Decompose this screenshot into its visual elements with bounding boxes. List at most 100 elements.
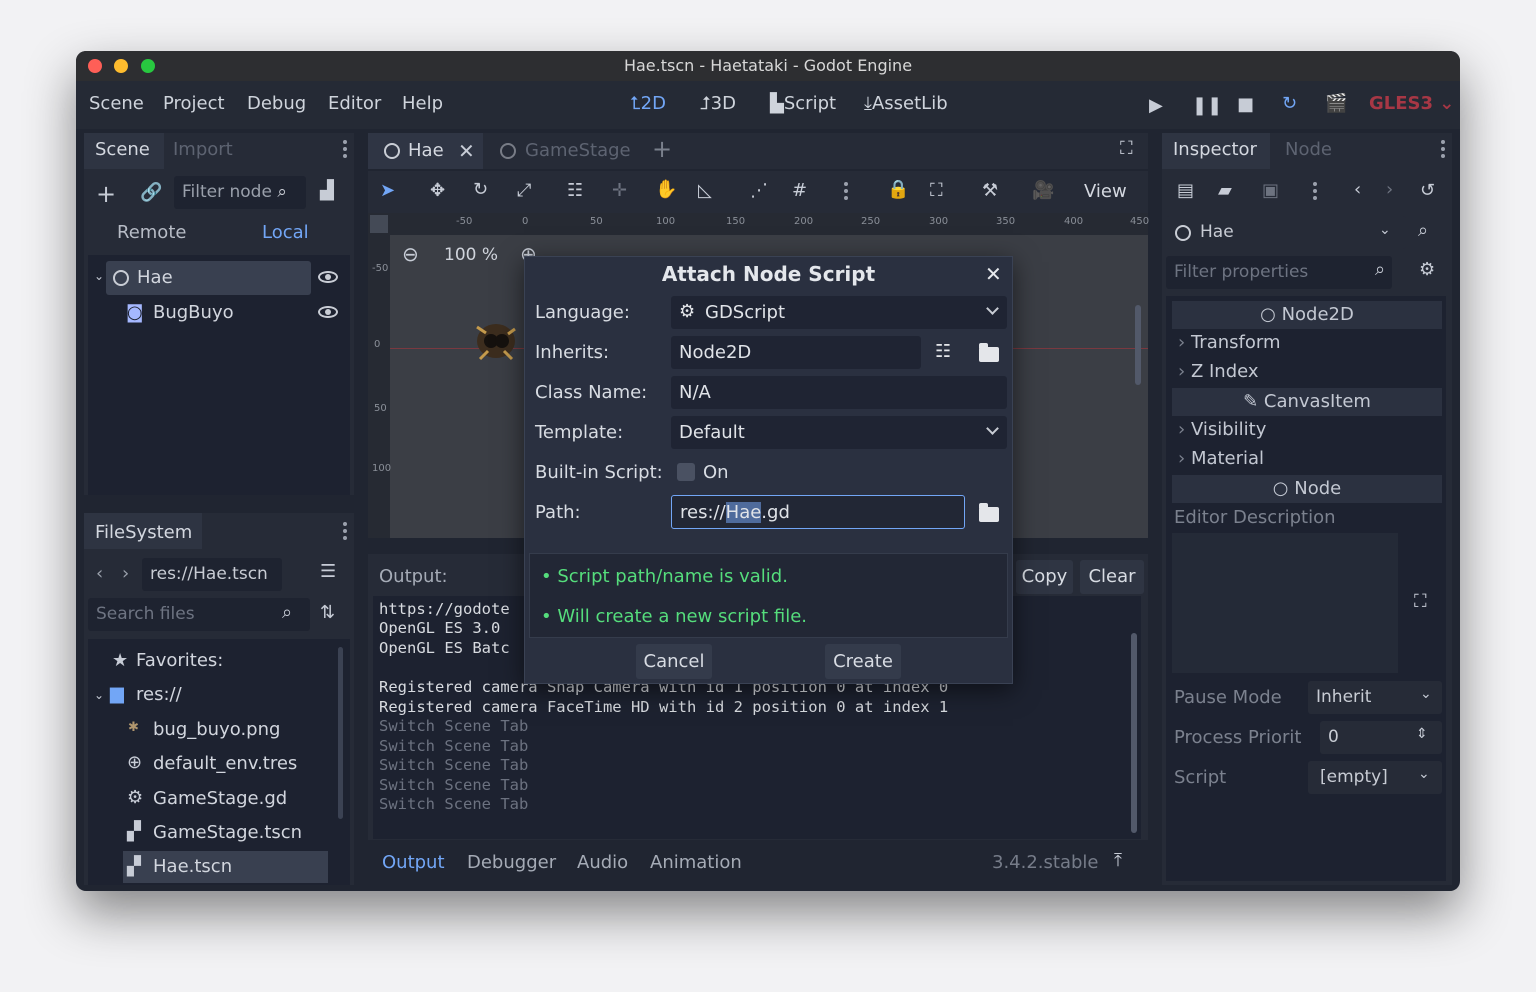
back-icon[interactable]: ‹ xyxy=(96,565,103,583)
distraction-free-icon[interactable]: ⛶ xyxy=(1120,140,1133,158)
zoom-level[interactable]: 100 % xyxy=(444,245,498,265)
clear-button[interactable]: Clear xyxy=(1080,560,1144,594)
chevron-down-icon[interactable]: ⌄ xyxy=(1418,767,1430,781)
favorites-label[interactable]: Favorites: xyxy=(136,650,223,671)
expand-textarea-icon[interactable]: ⛶ xyxy=(1414,593,1427,611)
bone-icon[interactable]: ⚒ xyxy=(982,182,998,200)
history-back-icon[interactable]: ‹ xyxy=(1354,181,1361,199)
language-select[interactable]: GDScript xyxy=(671,296,1007,329)
list-select-icon[interactable]: ☷ xyxy=(567,182,583,200)
chevron-down-icon[interactable]: ⌄ xyxy=(94,689,104,701)
view-menu[interactable]: View xyxy=(1084,181,1127,202)
zoom-out-icon[interactable]: ⊖ xyxy=(402,244,419,264)
property-zindex[interactable]: › Z Index xyxy=(1178,361,1259,382)
grid-snap-icon[interactable]: # xyxy=(792,182,807,200)
local-tab[interactable]: Local xyxy=(262,222,309,243)
rotate-tool-icon[interactable]: ↻ xyxy=(473,181,488,199)
tab-import[interactable]: Import xyxy=(173,139,233,160)
inherits-input[interactable]: Node2D xyxy=(671,336,921,369)
filesystem-menu-icon[interactable] xyxy=(343,522,347,543)
stop-icon[interactable]: ■ xyxy=(1237,96,1254,114)
new-resource-icon[interactable]: ▤ xyxy=(1177,182,1194,200)
chevron-down-icon[interactable]: ⌄ xyxy=(94,270,104,282)
close-tab-icon[interactable]: ✕ xyxy=(458,141,475,161)
pause-icon[interactable]: ❚❚ xyxy=(1192,97,1222,115)
history-forward-icon[interactable]: › xyxy=(1386,181,1393,199)
pivot-tool-icon[interactable]: ✛ xyxy=(612,182,627,200)
filesystem-path-input[interactable]: res://Hae.tscn xyxy=(142,558,282,591)
visibility-eye-icon[interactable] xyxy=(318,271,338,283)
docs-search-icon[interactable]: ⌕ xyxy=(1418,222,1428,240)
play-icon[interactable]: ▶ xyxy=(1149,97,1163,115)
create-button[interactable]: Create xyxy=(825,644,901,679)
tree-node-hae[interactable]: Hae xyxy=(137,267,173,288)
movie-clapper-icon[interactable]: 🎬 xyxy=(1325,95,1347,113)
editor-description-textarea[interactable] xyxy=(1172,533,1398,673)
bottom-tab-output[interactable]: Output xyxy=(382,852,445,873)
camera-override-icon[interactable]: 🎥 xyxy=(1032,182,1054,200)
cancel-button[interactable]: Cancel xyxy=(636,644,712,679)
viewport-scrollbar[interactable] xyxy=(1135,305,1141,385)
workspace-assetlib-button[interactable]: ⤓AssetLib xyxy=(864,93,948,114)
scene-tab-hae[interactable]: Hae xyxy=(408,140,444,161)
copy-button[interactable]: Copy xyxy=(1016,560,1073,594)
property-visibility[interactable]: › Visibility xyxy=(1178,419,1266,440)
menu-project[interactable]: Project xyxy=(163,93,225,114)
sort-icon[interactable]: ⇅ xyxy=(320,604,335,622)
remote-tab[interactable]: Remote xyxy=(117,222,186,243)
chevron-down-icon[interactable]: ⌄ xyxy=(1420,687,1432,701)
inspector-menu-icon[interactable] xyxy=(1441,140,1445,161)
lock-icon[interactable]: 🔒 xyxy=(887,181,909,199)
scene-tab-gamestage[interactable]: GameStage xyxy=(525,140,631,161)
builtin-script-checkbox[interactable] xyxy=(677,463,695,481)
menu-help[interactable]: Help xyxy=(402,93,443,114)
spinner-arrows-icon[interactable]: ⇕ xyxy=(1416,727,1428,741)
workspace-script-button[interactable]: ▙Script xyxy=(770,93,836,114)
search-files-input[interactable]: Search files xyxy=(88,598,310,631)
property-options-icon[interactable]: ⚙ xyxy=(1419,261,1435,279)
close-dialog-icon[interactable]: ✕ xyxy=(985,264,1002,284)
folder-icon[interactable] xyxy=(979,503,999,522)
file-item[interactable]: GameStage.tscn xyxy=(153,822,302,843)
tab-node[interactable]: Node xyxy=(1285,139,1332,160)
inspector-options-icon[interactable] xyxy=(1313,182,1317,203)
scale-tool-icon[interactable]: ⤢ xyxy=(517,182,531,200)
folder-open-icon[interactable]: ▰ xyxy=(1218,182,1232,200)
menu-editor[interactable]: Editor xyxy=(328,93,381,114)
classname-input[interactable]: N/A xyxy=(671,376,1007,409)
ruler-tool-icon[interactable]: ◺ xyxy=(698,182,712,200)
bottom-tab-animation[interactable]: Animation xyxy=(650,852,742,873)
select-tool-icon[interactable]: ➤ xyxy=(380,182,395,200)
smart-snap-icon[interactable]: ⋰ xyxy=(750,182,768,200)
file-item[interactable]: GameStage.gd xyxy=(153,788,287,809)
filter-properties-input[interactable]: Filter properties xyxy=(1166,256,1392,289)
folder-icon[interactable] xyxy=(979,343,999,362)
file-item[interactable]: bug_buyo.png xyxy=(153,719,280,740)
file-tree-scrollbar[interactable] xyxy=(338,647,343,819)
property-material[interactable]: › Material xyxy=(1178,448,1264,469)
menu-debug[interactable]: Debug xyxy=(247,93,306,114)
expand-panel-icon[interactable]: ⤒ xyxy=(1114,852,1122,870)
bottom-tab-audio[interactable]: Audio xyxy=(577,852,628,873)
file-item[interactable]: Hae.tscn xyxy=(153,856,232,877)
pan-tool-icon[interactable]: ✋ xyxy=(655,181,677,199)
attach-script-icon[interactable]: ▟ xyxy=(320,182,334,200)
chevron-down-icon[interactable]: ⌄ xyxy=(1379,223,1391,237)
file-item[interactable]: default_env.tres xyxy=(153,753,297,774)
snap-options-icon[interactable] xyxy=(844,182,848,203)
move-tool-icon[interactable]: ✥ xyxy=(430,182,445,200)
new-scene-tab-icon[interactable]: + xyxy=(652,137,672,161)
visibility-eye-icon[interactable] xyxy=(318,306,338,318)
add-node-icon[interactable]: + xyxy=(96,182,116,206)
play-custom-scene-icon[interactable]: ↻ xyxy=(1282,95,1297,113)
template-select[interactable]: Default xyxy=(671,416,1007,449)
property-transform[interactable]: › Transform xyxy=(1178,332,1280,353)
bottom-tab-debugger[interactable]: Debugger xyxy=(467,852,556,873)
group-icon[interactable]: ⛶ xyxy=(930,182,943,200)
tree-node-bugbuyo[interactable]: BugBuyo xyxy=(153,302,234,323)
tab-filesystem[interactable]: FileSystem xyxy=(95,522,192,543)
split-view-icon[interactable]: ☰ xyxy=(320,563,336,581)
object-selector[interactable]: Hae xyxy=(1166,216,1406,249)
history-icon[interactable]: ↺ xyxy=(1420,182,1435,200)
link-icon[interactable]: 🔗 xyxy=(140,184,162,202)
